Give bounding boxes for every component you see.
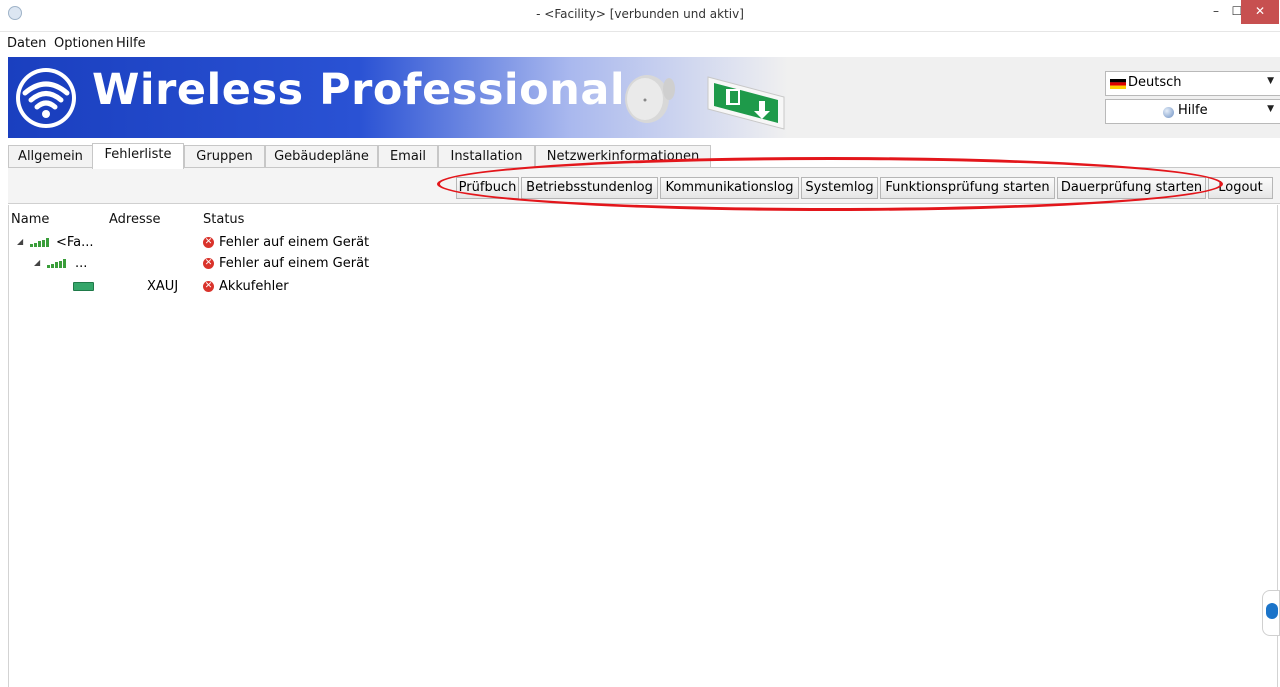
menu-optionen[interactable]: Optionen [54,36,114,51]
menu-bar: Daten Optionen Hilfe [0,33,1280,55]
tab-gebaeudeplaene[interactable]: Gebäudepläne [265,145,378,168]
wifi-signal-icon [47,259,66,268]
row-name: ... [75,256,88,271]
expander-icon[interactable]: ◢ [17,237,23,246]
language-select[interactable]: Deutsch ▼ [1105,71,1280,96]
row-status: Akkufehler [219,279,289,294]
tree-row[interactable]: ◢ <Fa... ✕ Fehler auf einem Gerät [9,234,1277,254]
dropdown-arrow-icon: ▼ [1267,76,1274,86]
error-list-tree: Name Adresse Status ◢ <Fa... ✕ Fehler au… [8,205,1278,687]
wifi-logo-icon [16,68,76,128]
expander-icon[interactable]: ◢ [34,258,40,267]
tree-row[interactable]: ◢ ... ✕ Fehler auf einem Gerät [9,255,1277,275]
column-header-address[interactable]: Adresse [109,212,161,227]
menu-daten[interactable]: Daten [7,36,46,51]
tab-email[interactable]: Email [378,145,438,168]
row-status: Fehler auf einem Gerät [219,235,370,250]
globe-icon [1163,107,1174,118]
window-title: - <Facility> [verbunden und aktiv] [536,7,744,21]
tab-netzwerkinformationen[interactable]: Netzwerkinformationen [535,145,711,168]
wifi-signal-icon [30,238,49,247]
pruefbuch-button[interactable]: Prüfbuch [456,177,519,199]
side-help-widget[interactable] [1262,590,1280,636]
systemlog-button[interactable]: Systemlog [801,177,878,199]
logout-button[interactable]: Logout [1208,177,1273,199]
dropdown-arrow-icon: ▼ [1267,104,1274,114]
help-select[interactable]: Hilfe ▼ [1105,99,1280,124]
chat-icon [1266,603,1278,619]
error-icon: ✕ [203,281,214,292]
battery-icon [73,282,94,291]
error-icon: ✕ [203,258,214,269]
language-select-value: Deutsch [1128,75,1182,90]
tab-bar: Allgemein Fehlerliste Gruppen Gebäudeplä… [8,143,1280,169]
tab-fehlerliste[interactable]: Fehlerliste [92,143,184,169]
column-header-name[interactable]: Name [11,212,49,227]
brand-title: Wireless Professional [92,65,626,115]
row-address: XAUJ [147,279,179,294]
tree-row[interactable]: XAUJ ✕ Akkufehler [9,278,1277,298]
kommunikationslog-button[interactable]: Kommunikationslog [660,177,799,199]
dauerpruefung-starten-button[interactable]: Dauerprüfung starten [1057,177,1206,199]
ceiling-light-icon [625,75,675,123]
tab-allgemein[interactable]: Allgemein [8,145,93,168]
row-status: Fehler auf einem Gerät [219,256,370,271]
tab-installation[interactable]: Installation [438,145,535,168]
header-banner: Wireless Professional [8,57,1280,138]
column-header-status[interactable]: Status [203,212,244,227]
close-button[interactable]: ✕ [1241,0,1279,24]
german-flag-icon [1110,79,1126,89]
error-icon: ✕ [203,237,214,248]
toolbar: Prüfbuch Betriebsstundenlog Kommunikatio… [8,168,1280,204]
funktionspruefung-starten-button[interactable]: Funktionsprüfung starten [880,177,1055,199]
menu-hilfe[interactable]: Hilfe [116,36,146,51]
tab-gruppen[interactable]: Gruppen [184,145,265,168]
betriebsstundenlog-button[interactable]: Betriebsstundenlog [521,177,658,199]
exit-sign-icon [707,76,785,130]
help-select-value: Hilfe [1178,103,1208,118]
row-name: <Fa... [56,235,94,250]
title-bar: - <Facility> [verbunden und aktiv] – ☐ ✕ [0,0,1280,32]
